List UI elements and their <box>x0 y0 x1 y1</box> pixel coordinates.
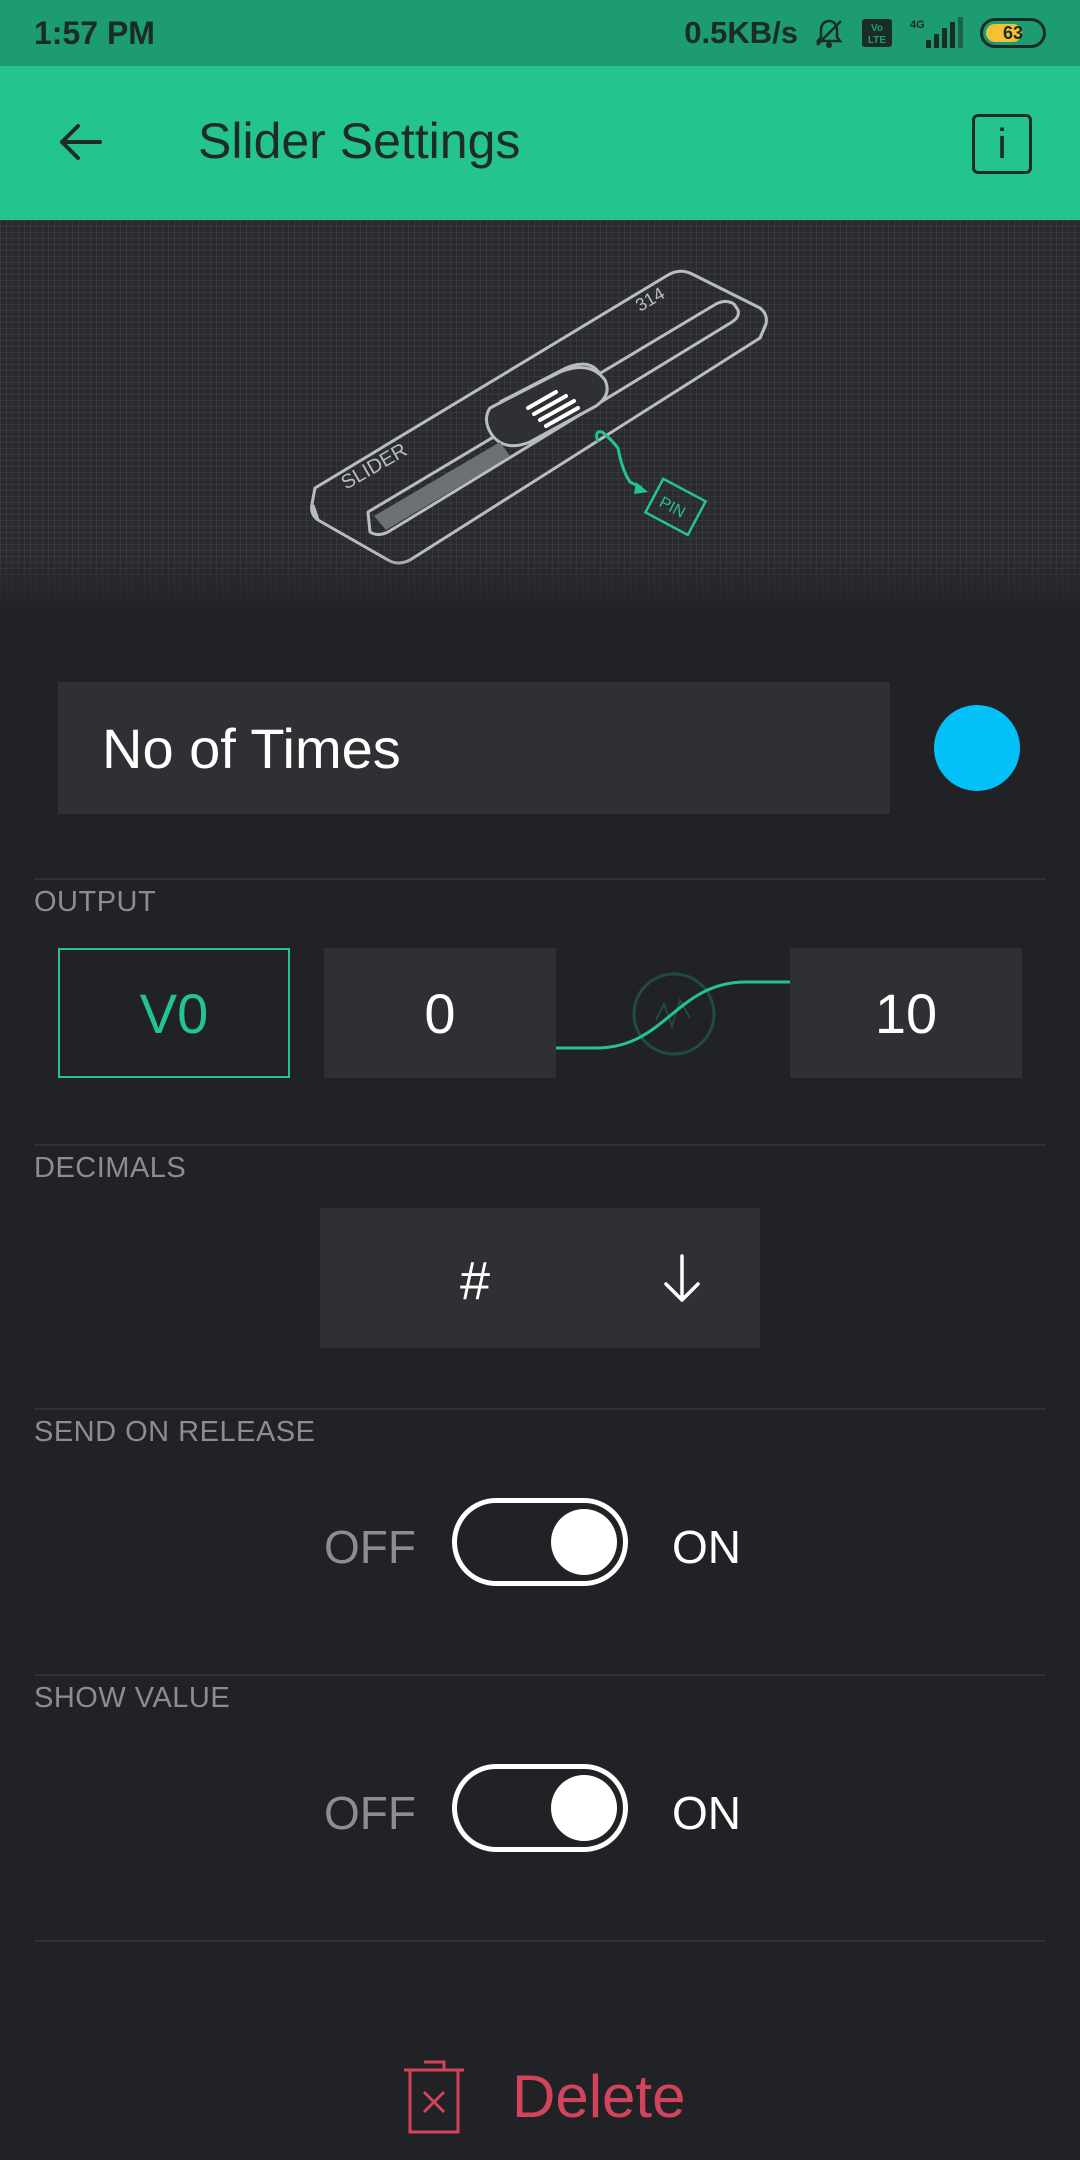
output-section-label: OUTPUT <box>34 886 157 918</box>
color-picker-button[interactable] <box>934 705 1020 791</box>
decimals-dropdown[interactable]: # <box>320 1208 760 1348</box>
show-value-toggle[interactable] <box>452 1764 628 1852</box>
app-bar: Slider Settings i <box>0 66 1080 220</box>
mapping-curve-icon <box>556 972 790 1056</box>
arrow-down-icon <box>664 1254 700 1302</box>
toggle-off-label: OFF <box>324 1521 416 1573</box>
status-time: 1:57 PM <box>34 14 155 51</box>
volte-icon: Vo LTE <box>860 16 894 50</box>
hero-pin-label: PIN <box>656 494 688 522</box>
back-button[interactable] <box>44 106 116 178</box>
info-button[interactable]: i <box>972 114 1032 174</box>
widget-illustration: SLIDER 314 PIN <box>0 220 1080 615</box>
toggle-knob <box>551 1775 617 1841</box>
network-speed: 0.5KB/s <box>684 15 798 50</box>
battery-icon: 63 <box>980 18 1046 48</box>
svg-text:4G: 4G <box>910 19 925 31</box>
divider <box>34 878 1046 880</box>
mute-icon <box>812 16 846 50</box>
toggle-on-label: ON <box>672 1787 741 1839</box>
delete-label: Delete <box>512 2062 686 2130</box>
trash-icon <box>404 2060 464 2134</box>
decimals-value: # <box>460 1251 491 1311</box>
arrow-left-icon <box>60 124 102 160</box>
svg-text:Vo: Vo <box>871 23 883 34</box>
toggle-on-label: ON <box>672 1521 741 1573</box>
send-on-release-toggle[interactable] <box>452 1498 628 1586</box>
page-title: Slider Settings <box>198 113 521 169</box>
min-value-input[interactable]: 0 <box>324 948 556 1078</box>
svg-text:LTE: LTE <box>868 35 886 46</box>
show-value-toggle-row: OFF ON <box>0 1764 1080 1854</box>
status-icons: 0.5KB/s Vo LTE 4G 63 <box>684 15 1046 51</box>
widget-name-input[interactable]: No of Times <box>58 682 890 814</box>
send-on-release-toggle-row: OFF ON <box>0 1498 1080 1588</box>
decimals-section-label: DECIMALS <box>34 1152 187 1184</box>
divider <box>34 1674 1046 1676</box>
status-bar: 1:57 PM 0.5KB/s Vo LTE 4G 63 <box>0 0 1080 66</box>
divider <box>34 1940 1046 1942</box>
max-value-input[interactable]: 10 <box>790 948 1022 1078</box>
divider <box>34 1408 1046 1410</box>
show-value-section-label: SHOW VALUE <box>34 1682 231 1714</box>
divider <box>34 1144 1046 1146</box>
slider-widget-illustration: SLIDER 314 PIN <box>310 269 768 565</box>
signal-4g-icon: 4G <box>908 16 966 50</box>
delete-button[interactable]: Delete <box>400 2036 685 2156</box>
pin-selector[interactable]: V0 <box>58 948 290 1078</box>
hero-value-label: 314 <box>632 283 668 315</box>
send-on-release-section-label: SEND ON RELEASE <box>34 1416 316 1448</box>
toggle-off-label: OFF <box>324 1787 416 1839</box>
toggle-knob <box>551 1509 617 1575</box>
